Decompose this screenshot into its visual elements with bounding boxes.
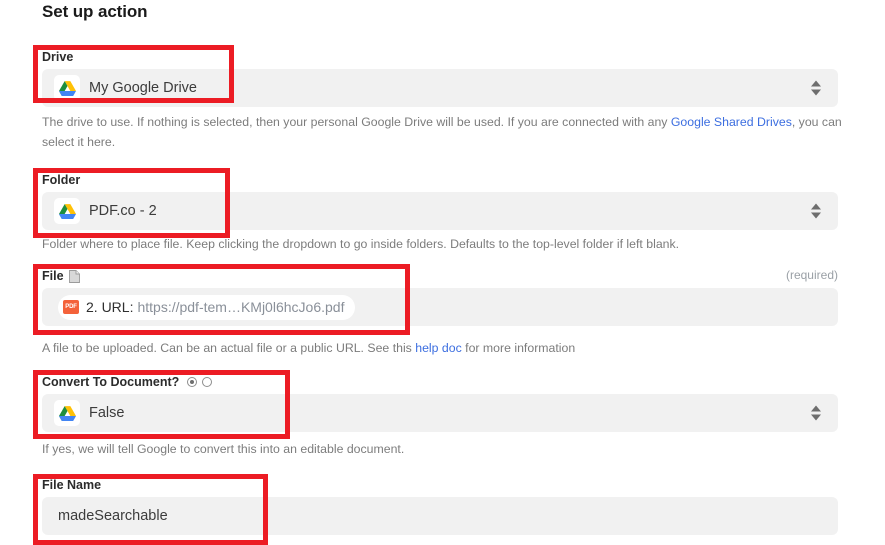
convert-mode-radio-group[interactable] (187, 377, 212, 387)
file-chip-url: https://pdf-tem…KMj0l6hcJo6.pdf (137, 299, 344, 315)
chevron-updown-icon[interactable] (811, 81, 821, 96)
drive-select[interactable]: My Google Drive (42, 69, 838, 107)
help-text-drive: The drive to use. If nothing is selected… (42, 112, 842, 152)
document-icon (69, 270, 80, 283)
field-label-drive: Drive (42, 49, 838, 65)
google-drive-icon (54, 75, 80, 101)
setup-action-form: Set up action Drive My Google Drive The … (0, 0, 885, 545)
radio-selected-icon[interactable] (187, 377, 197, 387)
field-folder: Folder PDF.co - 2 (42, 172, 838, 230)
file-name-input-value: madeSearchable (58, 497, 168, 535)
radio-unselected-icon[interactable] (202, 377, 212, 387)
field-label-convert: Convert To Document? (42, 374, 838, 390)
convert-select[interactable]: False (42, 394, 838, 432)
required-label: (required) (786, 268, 838, 282)
pdf-badge-icon: PDF (63, 300, 79, 314)
field-label-folder: Folder (42, 172, 838, 188)
field-convert-to-document: Convert To Document? False (42, 374, 838, 432)
file-name-input[interactable]: madeSearchable (42, 497, 838, 535)
file-url-token-chip[interactable]: PDF 2. URL: https://pdf-tem…KMj0l6hcJo6.… (58, 295, 355, 320)
folder-select-value: PDF.co - 2 (89, 192, 157, 230)
field-label-drive-text: Drive (42, 49, 73, 65)
page-title: Set up action (42, 2, 147, 22)
field-label-folder-text: Folder (42, 172, 80, 188)
field-label-file: File (required) (42, 268, 838, 284)
google-shared-drives-link[interactable]: Google Shared Drives (671, 115, 792, 129)
convert-select-value: False (89, 394, 124, 432)
help-file-part1: A file to be uploaded. Can be an actual … (42, 341, 415, 355)
field-file: File (required) PDF 2. URL: https://pdf-… (42, 268, 838, 326)
help-drive-part1: The drive to use. If nothing is selected… (42, 115, 671, 129)
google-drive-icon (54, 198, 80, 224)
file-chip-prefix: 2. URL: (86, 299, 133, 315)
field-drive: Drive My Google Drive (42, 49, 838, 107)
help-text-folder: Folder where to place file. Keep clickin… (42, 234, 842, 254)
file-input[interactable]: PDF 2. URL: https://pdf-tem…KMj0l6hcJo6.… (42, 288, 838, 326)
chevron-updown-icon[interactable] (811, 204, 821, 219)
help-text-convert: If yes, we will tell Google to convert t… (42, 439, 842, 459)
folder-select[interactable]: PDF.co - 2 (42, 192, 838, 230)
field-file-name: File Name madeSearchable (42, 477, 838, 535)
field-label-file-name: File Name (42, 477, 838, 493)
google-drive-icon (54, 400, 80, 426)
help-file-part3: for more information (462, 341, 575, 355)
help-doc-link[interactable]: help doc (415, 341, 462, 355)
chevron-updown-icon[interactable] (811, 406, 821, 421)
field-label-convert-text: Convert To Document? (42, 374, 179, 390)
drive-select-value: My Google Drive (89, 69, 197, 107)
help-text-file: A file to be uploaded. Can be an actual … (42, 338, 842, 358)
field-label-file-text: File (42, 268, 64, 284)
field-label-file-name-text: File Name (42, 477, 101, 493)
